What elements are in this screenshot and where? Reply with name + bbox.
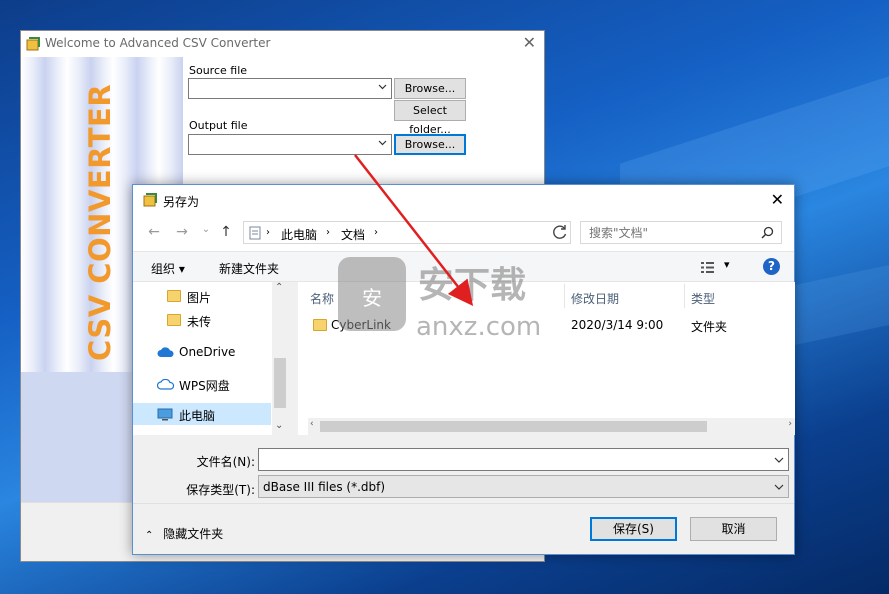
refresh-icon[interactable] [551,224,569,240]
select-folder-button[interactable]: Select folder... [394,100,466,136]
app-icon [26,37,40,51]
folder-icon [167,290,181,302]
output-file-label: Output file [189,119,248,132]
close-icon[interactable]: ✕ [771,190,784,209]
chevron-down-icon [774,457,784,463]
dialog-titlebar: 另存为 ✕ [133,185,794,215]
breadcrumb-item[interactable]: 文档 [341,226,365,243]
file-modified: 2020/3/14 9:00 [571,318,664,332]
filetype-value: dBase III files (*.dbf) [263,480,386,494]
source-file-combo[interactable] [188,78,392,99]
column-header-modified[interactable]: 修改日期 [571,290,619,307]
folder-icon [313,319,327,331]
file-list: 名称 修改日期 类型 CyberLink 2020/3/14 9:00 文件夹 … [298,282,795,435]
view-options-icon[interactable] [700,261,716,274]
chevron-down-icon [378,84,387,90]
document-icon [249,226,261,240]
cloud-icon [157,379,175,390]
nav-item-untransferred[interactable]: 未传 [133,309,271,331]
scroll-up-icon[interactable]: ⌃ [275,282,283,293]
folder-icon [167,314,181,326]
column-separator [564,284,565,308]
command-bar: 组织 ▾ 新建文件夹 ▾ ? [133,251,794,282]
nav-item-label: 此电脑 [179,409,216,423]
view-chevron-icon[interactable]: ▾ [724,258,730,271]
up-arrow-icon[interactable]: ↑ [217,224,235,242]
file-type: 文件夹 [691,320,728,334]
navigation-bar: ← → ⌄ ↑ › 此电脑 › 文档 › ⌄ [133,215,794,251]
app-icon [143,193,157,207]
cancel-button[interactable]: 取消 [690,517,777,541]
close-icon[interactable]: ✕ [523,33,536,52]
recent-chevron-icon[interactable]: ⌄ [197,224,215,242]
nav-item-label: WPS网盘 [179,379,230,393]
file-list-hscrollbar[interactable]: ‹ › [308,418,795,435]
scrollbar-thumb[interactable] [274,358,286,408]
dialog-title: 另存为 [163,195,200,209]
nav-item-wps-drive[interactable]: WPS网盘 [133,373,271,395]
column-header-type[interactable]: 类型 [691,290,715,307]
output-file-combo[interactable] [188,134,392,155]
divider [133,503,794,504]
search-icon [761,226,774,239]
organize-menu[interactable]: 组织 ▾ [151,260,185,277]
search-input[interactable] [587,224,757,241]
chevron-down-icon [774,484,784,490]
scroll-left-icon[interactable]: ‹ [310,419,314,429]
source-file-label: Source file [189,64,248,77]
help-icon[interactable]: ? [763,258,780,275]
nav-item-label: 图片 [187,291,212,305]
file-row[interactable]: CyberLink 2020/3/14 9:00 文件夹 [306,314,736,336]
nav-item-pictures[interactable]: 图片 [133,285,271,307]
back-arrow-icon[interactable]: ← [145,224,163,242]
hide-folders-label: 隐藏文件夹 [163,527,224,541]
converter-titlebar: Welcome to Advanced CSV Converter ✕ [21,31,544,57]
new-folder-button[interactable]: 新建文件夹 [219,260,279,277]
source-browse-button[interactable]: Browse... [394,78,466,99]
chevron-up-icon: ⌃ [145,530,154,541]
scroll-right-icon[interactable]: › [788,419,792,429]
column-separator [684,284,685,308]
breadcrumb-separator: › [326,227,330,238]
nav-item-label: 未传 [187,315,212,329]
file-name: CyberLink [331,318,391,332]
nav-item-this-pc[interactable]: 此电脑 [133,403,271,425]
nav-item-onedrive[interactable]: OneDrive [133,341,271,363]
save-as-dialog: 另存为 ✕ ← → ⌄ ↑ › 此电脑 › 文档 › ⌄ 组织 ▾ 新建文件夹 … [132,184,795,555]
nav-item-label: OneDrive [179,345,236,359]
scroll-down-icon[interactable]: ⌄ [275,420,283,431]
nav-scrollbar[interactable]: ⌃ ⌄ [272,282,288,435]
filetype-label: 保存类型(T): [186,483,255,497]
filename-input[interactable] [258,448,789,471]
breadcrumb-separator: › [374,227,378,238]
column-header-name[interactable]: 名称 [310,290,334,307]
computer-icon [157,408,173,421]
save-button[interactable]: 保存(S) [590,517,677,541]
address-bar[interactable]: › 此电脑 › 文档 › ⌄ [243,221,630,244]
navigation-pane: 图片 未传 OneDrive WPS网盘 此电脑 ⌃ ⌄ [133,282,288,435]
cloud-icon [157,347,174,357]
hide-folders-toggle[interactable]: ⌃ 隐藏文件夹 [145,525,223,542]
forward-arrow-icon[interactable]: → [173,224,191,242]
filename-label: 文件名(N): [196,455,255,469]
breadcrumb-separator: › [266,227,270,238]
filetype-select[interactable]: dBase III files (*.dbf) [258,475,789,498]
search-box[interactable] [580,221,782,244]
chevron-down-icon [378,140,387,146]
scrollbar-thumb[interactable] [320,421,707,432]
breadcrumb-item[interactable]: 此电脑 [281,226,317,243]
output-browse-button[interactable]: Browse... [394,134,466,155]
converter-title: Welcome to Advanced CSV Converter [45,36,271,50]
banner-text: CSV CONVERTER [83,83,117,361]
